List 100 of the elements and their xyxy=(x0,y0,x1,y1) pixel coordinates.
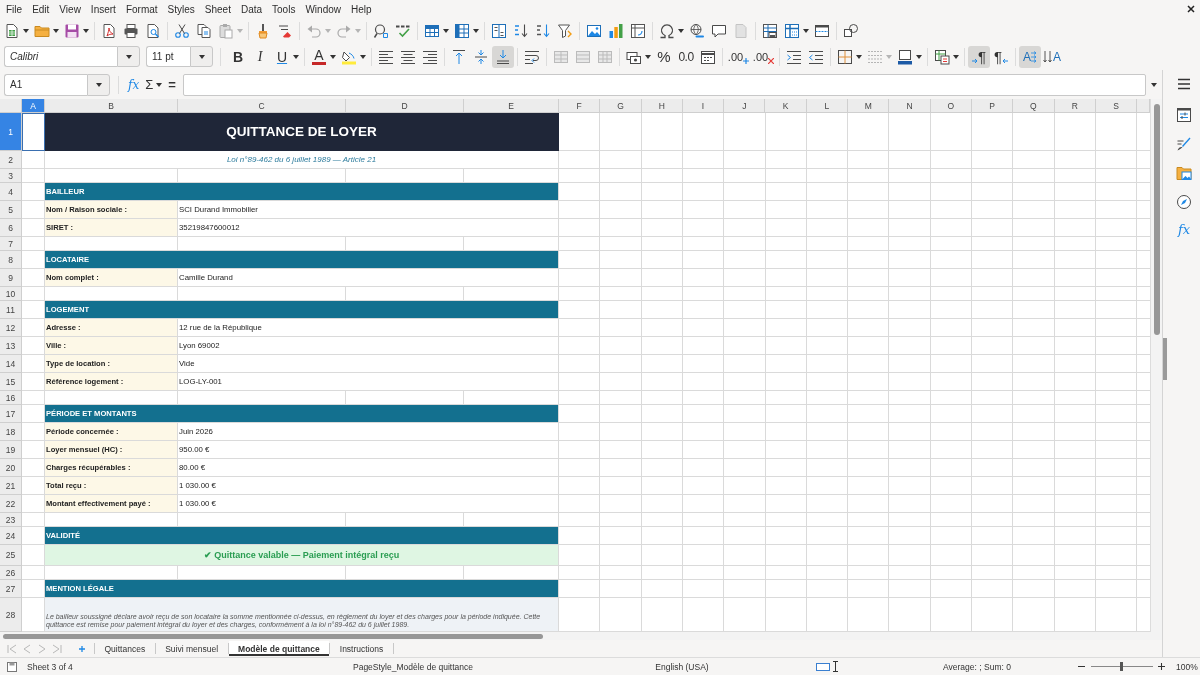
row-header[interactable]: 3 xyxy=(0,169,22,183)
slider-thumb[interactable] xyxy=(1120,662,1123,671)
underline-button[interactable]: U xyxy=(271,45,293,68)
caret-icon[interactable] xyxy=(856,54,862,59)
align-center-icon[interactable] xyxy=(400,48,416,65)
column-header[interactable]: M xyxy=(848,99,890,113)
left-to-right-button[interactable]: ¶ xyxy=(968,45,990,68)
row-header[interactable]: 16 xyxy=(0,391,22,405)
menu-item[interactable]: Sheet xyxy=(199,3,236,15)
increase-indent-icon[interactable] xyxy=(786,48,802,65)
omega-icon[interactable] xyxy=(659,22,675,39)
sheet-tab[interactable]: Modèle de quittance xyxy=(228,641,330,656)
eraser-icon[interactable] xyxy=(277,22,293,39)
spellcheck-icon[interactable] xyxy=(395,22,411,39)
gallery-icon[interactable] xyxy=(1176,165,1192,181)
caret-icon[interactable] xyxy=(83,28,89,33)
column-header[interactable]: S xyxy=(1095,99,1138,113)
formula-input[interactable] xyxy=(182,73,1146,96)
row-header[interactable]: 28 xyxy=(0,598,22,632)
zoom-in-icon[interactable] xyxy=(1158,663,1165,670)
bar-chart-icon[interactable] xyxy=(608,22,624,39)
paintbrush-icon[interactable] xyxy=(255,22,271,39)
row-header[interactable]: 19 xyxy=(0,441,22,459)
caret-icon[interactable] xyxy=(645,54,651,59)
text-cursor-icon[interactable] xyxy=(833,661,838,672)
page-magnifier-icon[interactable] xyxy=(145,22,161,39)
row-header[interactable]: 24 xyxy=(0,527,22,545)
horizontal-text-button[interactable]: A xyxy=(1019,45,1041,68)
row-header[interactable]: 13 xyxy=(0,337,22,355)
row-header[interactable]: 25 xyxy=(0,545,22,566)
right-to-left-button[interactable]: ¶ xyxy=(990,45,1012,68)
row-header[interactable]: 15 xyxy=(0,373,22,391)
font-name-field[interactable]: Calibri xyxy=(4,46,117,67)
sheet-tab[interactable]: Instructions xyxy=(330,641,393,656)
menu-item[interactable]: View xyxy=(54,3,86,15)
column-header[interactable]: Q xyxy=(1013,99,1055,113)
column-header[interactable]: E xyxy=(464,99,559,113)
merge-cells-icon[interactable] xyxy=(553,48,569,65)
close-icon[interactable] xyxy=(1187,5,1195,13)
column-header[interactable]: D xyxy=(346,99,464,113)
dropdown-button[interactable] xyxy=(87,73,110,96)
scissors-icon[interactable] xyxy=(174,22,190,39)
zoom-out-icon[interactable] xyxy=(1078,663,1085,670)
sort-icon[interactable] xyxy=(491,22,507,39)
caret-icon[interactable] xyxy=(473,28,479,33)
row-header[interactable]: 23 xyxy=(0,513,22,527)
align-right-icon[interactable] xyxy=(422,48,438,65)
wrap-text-icon[interactable] xyxy=(524,48,540,65)
calendar-icon[interactable] xyxy=(700,48,716,65)
clipboard-icon[interactable] xyxy=(218,22,234,39)
menu-item[interactable]: Window xyxy=(300,3,346,15)
sort-descending-icon[interactable] xyxy=(535,22,551,39)
caret-icon[interactable] xyxy=(916,54,922,59)
funnel-icon[interactable] xyxy=(557,22,573,39)
scrollbar-thumb[interactable] xyxy=(1153,104,1160,335)
sum-button[interactable]: Σ xyxy=(142,74,157,95)
column-header[interactable]: N xyxy=(889,99,931,113)
conditional-format-icon[interactable] xyxy=(934,48,950,65)
column-header[interactable]: P xyxy=(971,99,1014,113)
row-header[interactable]: 26 xyxy=(0,566,22,580)
row-header[interactable]: 17 xyxy=(0,405,22,423)
menu-item[interactable]: File xyxy=(1,3,28,15)
sheet-tab[interactable]: Suivi mensuel xyxy=(155,641,228,656)
globe-link-icon[interactable] xyxy=(689,22,705,39)
name-box[interactable]: A1 xyxy=(4,73,87,96)
print-area-icon[interactable] xyxy=(762,22,778,39)
caret-icon[interactable] xyxy=(330,54,336,59)
sort-ascending-icon[interactable] xyxy=(513,22,529,39)
border-color-icon[interactable] xyxy=(897,48,913,65)
row-header[interactable]: 20 xyxy=(0,459,22,477)
caret-icon[interactable] xyxy=(953,54,959,59)
decrease-indent-icon[interactable] xyxy=(808,48,824,65)
freeze-panes-icon[interactable] xyxy=(784,22,800,39)
column-header[interactable]: G xyxy=(600,99,642,113)
unmerge-cells-icon[interactable] xyxy=(597,48,613,65)
shapes-icon[interactable] xyxy=(843,22,859,39)
font-color-button[interactable]: A xyxy=(308,45,330,68)
printer-icon[interactable] xyxy=(123,22,139,39)
delete-decimal-button[interactable]: .00 xyxy=(751,45,776,68)
row-header[interactable]: 14 xyxy=(0,355,22,373)
image-icon[interactable] xyxy=(586,22,602,39)
caret-icon[interactable] xyxy=(293,54,299,59)
column-header[interactable]: B xyxy=(45,99,178,113)
font-size-field[interactable]: 11 pt xyxy=(146,46,190,67)
caret-icon[interactable] xyxy=(156,82,163,87)
row-header[interactable]: 9 xyxy=(0,269,22,287)
column-header[interactable]: C xyxy=(178,99,346,113)
column-header[interactable]: A xyxy=(22,99,45,113)
align-bottom-button[interactable] xyxy=(492,45,514,68)
selection-mode-icon[interactable] xyxy=(816,662,830,671)
row-header[interactable]: 2 xyxy=(0,151,22,169)
row-header[interactable]: 8 xyxy=(0,251,22,269)
column-header[interactable]: H xyxy=(641,99,683,113)
navigator-icon[interactable] xyxy=(1176,194,1192,210)
row-header[interactable]: 4 xyxy=(0,183,22,201)
caret-icon[interactable] xyxy=(23,28,29,33)
row-header[interactable]: 27 xyxy=(0,580,22,598)
borders-icon[interactable] xyxy=(837,48,853,65)
formula-button[interactable]: = xyxy=(165,74,179,95)
column-header[interactable]: J xyxy=(724,99,766,113)
